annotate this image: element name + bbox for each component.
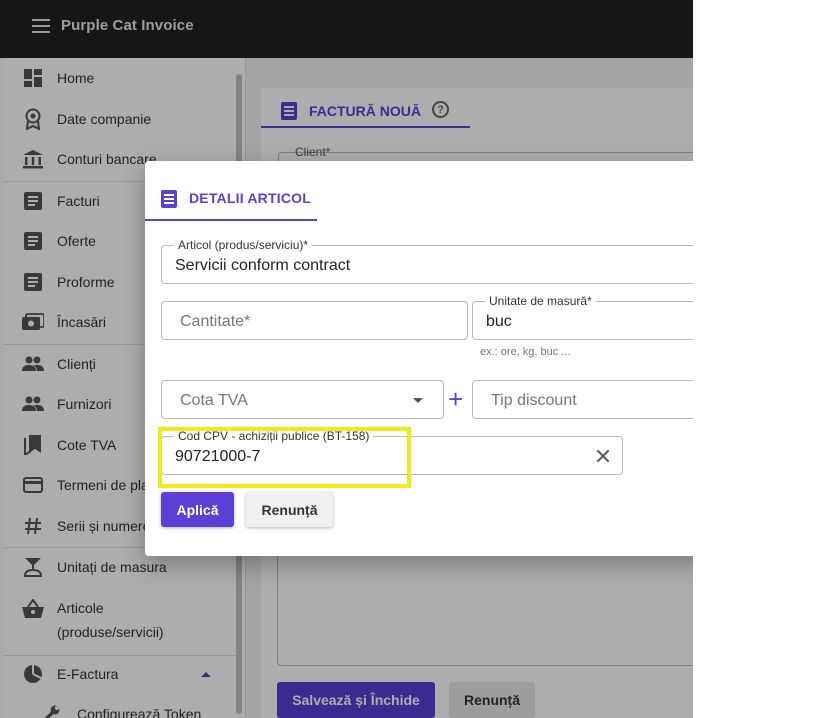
document-icon <box>161 190 177 208</box>
add-discount-plus-icon[interactable]: + <box>448 386 463 412</box>
clear-icon[interactable] <box>596 449 610 463</box>
quantity-input[interactable]: Cantitate* <box>161 301 468 340</box>
unit-value: buc <box>486 313 512 330</box>
dropdown-arrow-icon <box>413 398 423 403</box>
vat-select[interactable]: Cota TVA <box>161 380 444 419</box>
discount-type-input[interactable]: Tip discount <box>472 380 693 419</box>
cpv-highlight-box <box>158 427 411 488</box>
tab-detalii-articol[interactable]: DETALII ARTICOL <box>145 179 317 221</box>
unit-hint: ex.: ore, kg, buc ... <box>480 346 571 358</box>
cancel-button[interactable]: Renunță <box>246 492 333 527</box>
apply-button[interactable]: Aplică <box>161 492 234 527</box>
quantity-placeholder: Cantitate* <box>180 313 251 330</box>
article-field-label: Articol (produs/serviciu)* <box>174 238 313 252</box>
unit-field[interactable]: Unitate de masură* buc <box>472 294 693 340</box>
tab-label: DETALII ARTICOL <box>189 190 311 206</box>
article-field[interactable]: Articol (produs/serviciu)* Servicii conf… <box>161 238 693 284</box>
app-window: Purple Cat Invoice Home Date companie Co… <box>0 0 693 718</box>
article-value: Servicii conform contract <box>175 257 351 274</box>
vat-placeholder: Cota TVA <box>180 392 248 409</box>
discount-placeholder: Tip discount <box>491 392 577 409</box>
item-details-dialog: DETALII ARTICOL Articol (produs/serviciu… <box>145 161 693 556</box>
unit-field-label: Unitate de masură* <box>485 294 596 308</box>
